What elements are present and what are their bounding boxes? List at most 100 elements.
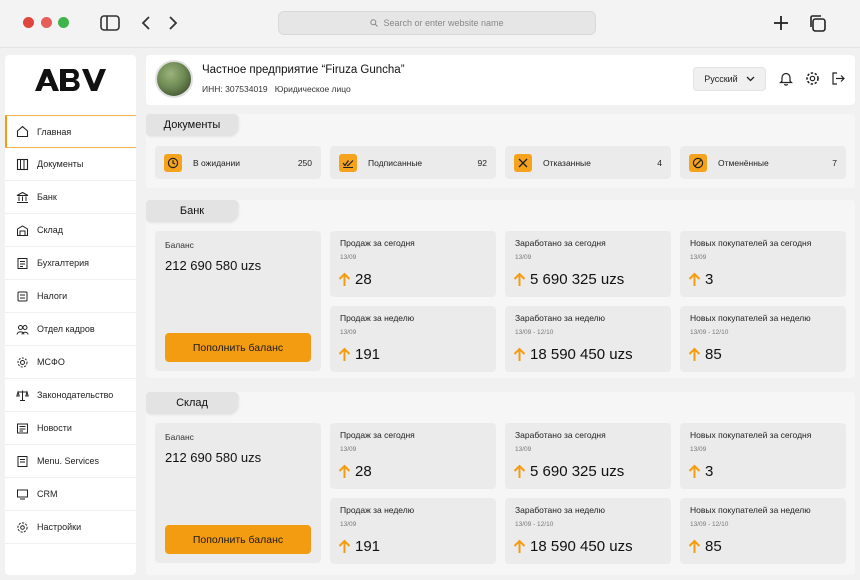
avatar[interactable]: [155, 60, 193, 98]
sidebar-item-settings[interactable]: Настройки: [5, 511, 136, 544]
sidebar-nav: Главная Документы Банк Склад Бухгалтерия…: [5, 115, 136, 544]
language-select[interactable]: Русский: [693, 67, 766, 91]
stat-date: 13/09 - 12/10: [515, 329, 554, 336]
sidebar-item-accounting[interactable]: Бухгалтерия: [5, 247, 136, 280]
sidebar-item-label: Отдел кадров: [37, 324, 95, 334]
arrow-up-icon: [338, 272, 351, 286]
stat-value-row: 5 690 325 uzs: [513, 463, 624, 480]
forward-icon[interactable]: [162, 12, 184, 34]
stat-title: Новых покупателей за сегодня: [690, 238, 812, 248]
stat-value: 28: [355, 463, 372, 480]
stat-title: Заработано за неделю: [515, 313, 605, 323]
sidebar-item-label: Menu. Services: [37, 456, 100, 466]
warehouse-earned-today-card: Заработано за сегодня 13/09 5 690 325 uz…: [505, 423, 671, 489]
stat-value-row: 18 590 450 uzs: [513, 346, 633, 363]
bank-balance-card: Баланс 212 690 580 uzs Пополнить баланс: [155, 231, 321, 371]
maximize-window-button[interactable]: [58, 17, 69, 28]
documents-cancelled-card[interactable]: Отменённые 7: [680, 146, 846, 179]
back-icon[interactable]: [135, 12, 157, 34]
company-details: ИНН: 307534019 Юридическое лицо: [202, 84, 351, 94]
warehouse-section: Склад Баланс 212 690 580 uzs Пополнить б…: [146, 392, 855, 575]
bank-earned-week-card: Заработано за неделю 13/09 - 12/10 18 59…: [505, 306, 671, 372]
gear-icon[interactable]: [803, 69, 821, 87]
stat-date: 13/09: [340, 329, 357, 336]
arrow-up-icon: [688, 464, 701, 478]
stat-value-row: 3: [688, 463, 713, 480]
sidebar-item-warehouse[interactable]: Склад: [5, 214, 136, 247]
stat-value: 85: [705, 538, 722, 555]
stat-date: 13/09: [340, 446, 357, 453]
stat-value-row: 28: [338, 463, 372, 480]
bank-balance-label: Баланс: [165, 240, 194, 250]
crm-icon: [17, 489, 28, 499]
sidebar-item-label: Законодательство: [37, 390, 114, 400]
warehouse-new-customers-week-card: Новых покупателей за неделю 13/09 - 12/1…: [680, 498, 846, 564]
stat-date: 13/09: [515, 446, 532, 453]
sidebar-item-home[interactable]: Главная: [5, 115, 136, 148]
documents-cancelled-count: 7: [832, 157, 837, 168]
sidebar-item-label: CRM: [37, 489, 58, 499]
documents-rejected-card[interactable]: Отказанные 4: [505, 146, 671, 179]
company-name: Частное предприятие “Firuza Guncha”: [202, 64, 405, 76]
stat-value-row: 85: [688, 538, 722, 555]
taxes-icon: [17, 291, 28, 301]
bank-icon: [16, 191, 29, 203]
warehouse-balance-label: Баланс: [165, 432, 194, 442]
sidebar-item-bank[interactable]: Банк: [5, 181, 136, 214]
sidebar-item-taxes[interactable]: Налоги: [5, 280, 136, 313]
sidebar-item-ifrs[interactable]: МСФО: [5, 346, 136, 379]
documents-signed-card[interactable]: Подписанные 92: [330, 146, 496, 179]
sidebar-item-documents[interactable]: Документы: [5, 148, 136, 181]
sidebar-item-legislation[interactable]: Законодательство: [5, 379, 136, 412]
cross-icon: [514, 153, 532, 172]
hr-icon: [16, 324, 29, 335]
sidebar-item-news[interactable]: Новости: [5, 412, 136, 445]
address-bar[interactable]: Search or enter website name: [278, 11, 596, 35]
clock-icon: [164, 153, 182, 172]
main-content: Частное предприятие “Firuza Guncha” ИНН:…: [141, 55, 855, 575]
sidebar-item-services[interactable]: Menu. Services: [5, 445, 136, 478]
warehouse-topup-button[interactable]: Пополнить баланс: [165, 525, 311, 554]
stat-value-row: 18 590 450 uzs: [513, 538, 633, 555]
stat-value: 28: [355, 271, 372, 288]
sidebar-item-hr[interactable]: Отдел кадров: [5, 313, 136, 346]
stat-value: 191: [355, 538, 381, 555]
logout-icon[interactable]: [829, 69, 847, 87]
sidebar-toggle-icon[interactable]: [99, 12, 121, 34]
bell-icon[interactable]: [777, 69, 795, 87]
company-header: Частное предприятие “Firuza Guncha” ИНН:…: [146, 55, 855, 105]
bank-earned-today-card: Заработано за сегодня 13/09 5 690 325 uz…: [505, 231, 671, 297]
stat-value: 5 690 325 uzs: [530, 271, 625, 288]
bank-new-customers-week-card: Новых покупателей за неделю 13/09 - 12/1…: [680, 306, 846, 372]
arrow-up-icon: [513, 272, 526, 286]
warehouse-balance-value: 212 690 580 uzs: [165, 450, 262, 465]
arrow-up-icon: [513, 539, 526, 553]
stat-title: Продаж за неделю: [340, 313, 415, 323]
tab-overview-icon[interactable]: [806, 12, 828, 34]
close-window-button[interactable]: [23, 17, 34, 28]
stat-date: 13/09: [340, 521, 357, 528]
stat-value: 18 590 450 uzs: [530, 538, 633, 555]
stat-title: Продаж за сегодня: [340, 238, 415, 248]
sidebar-item-label: Бухгалтерия: [37, 258, 89, 268]
settings-icon: [17, 521, 28, 533]
sidebar: Главная Документы Банк Склад Бухгалтерия…: [5, 55, 136, 575]
bank-sales-week-card: Продаж за неделю 13/09 191: [330, 306, 496, 372]
sidebar-item-label: Документы: [37, 159, 84, 169]
minimize-window-button[interactable]: [41, 17, 52, 28]
bank-new-customers-today-card: Новых покупателей за сегодня 13/09 3: [680, 231, 846, 297]
stat-value-row: 3: [688, 271, 713, 288]
bank-section-title: Банк: [146, 200, 238, 222]
stat-value-row: 191: [338, 346, 380, 363]
arrow-up-icon: [338, 539, 351, 553]
documents-pending-label: В ожидании: [193, 157, 240, 168]
bank-topup-button[interactable]: Пополнить баланс: [165, 333, 311, 362]
new-tab-icon[interactable]: [770, 12, 792, 34]
arrow-up-icon: [338, 347, 351, 361]
warehouse-balance-card: Баланс 212 690 580 uzs Пополнить баланс: [155, 423, 321, 563]
stat-title: Продаж за неделю: [340, 505, 415, 515]
stat-value: 18 590 450 uzs: [530, 346, 633, 363]
documents-pending-card[interactable]: В ожидании 250: [155, 146, 321, 179]
sidebar-item-crm[interactable]: CRM: [5, 478, 136, 511]
stat-date: 13/09 - 12/10: [690, 329, 729, 336]
